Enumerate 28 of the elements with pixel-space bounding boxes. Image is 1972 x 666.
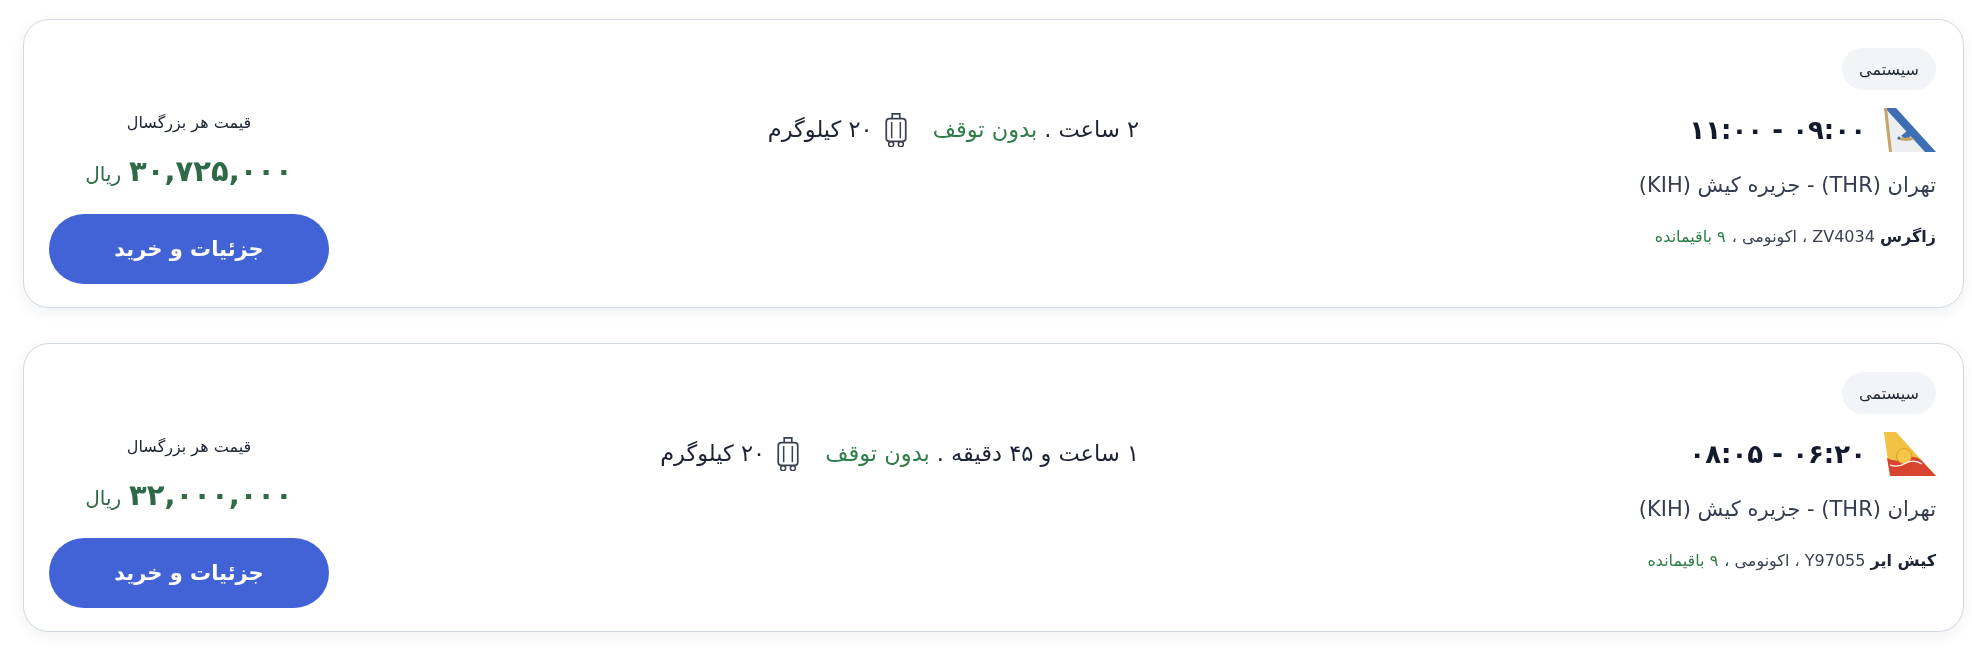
details-buy-button[interactable]: جزئیات و خرید [49,538,329,608]
price-amount: ۳۲,۰۰۰,۰۰۰ [129,477,293,514]
duration-text: ۲ ساعت . [1044,115,1139,144]
seats-left-text: ۹ باقیمانده [1654,226,1726,248]
tail-fin-icon [1884,108,1936,152]
route-text: تهران (THR) - جزیره کیش (KIH) [1637,496,1936,523]
seats-left-text: ۹ باقیمانده [1647,550,1719,572]
stops-text: بدون توقف [825,439,930,469]
duration-text: ۱ ساعت و ۴۵ دقیقه . [936,439,1139,469]
stops-text: بدون توقف [932,115,1038,145]
details-buy-button[interactable]: جزئیات و خرید [49,214,329,284]
currency-text: ریال [85,161,122,188]
airline-details: کیش ایر Y97055 ، اکونومی ، [1724,550,1936,573]
suitcase-icon [775,435,802,471]
price-amount: ۳۰,۷۲۵,۰۰۰ [129,153,293,190]
currency-text: ریال [85,485,122,512]
route-text: تهران (THR) - جزیره کیش (KIH) [1637,172,1936,199]
price-label: قیمت هر بزرگسال [126,112,252,135]
fare-type-badge: سیستمی [1842,48,1936,90]
price-label: قیمت هر بزرگسال [126,436,252,459]
baggage-text: ۲۰ کیلوگرم [767,115,873,144]
tail-fin-sun-icon [1884,432,1936,476]
suitcase-icon [882,111,909,147]
baggage-text: ۲۰ کیلوگرم [660,439,766,468]
flight-times: ۰۹:۰۰ - ۱۱:۰۰ [1689,115,1866,145]
flight-times: ۰۶:۲۰ - ۰۸:۰۵ [1689,439,1866,469]
airline-details: زاگرس ZV4034 ، اکونومی ، [1731,226,1936,249]
fare-type-badge: سیستمی [1842,372,1936,414]
